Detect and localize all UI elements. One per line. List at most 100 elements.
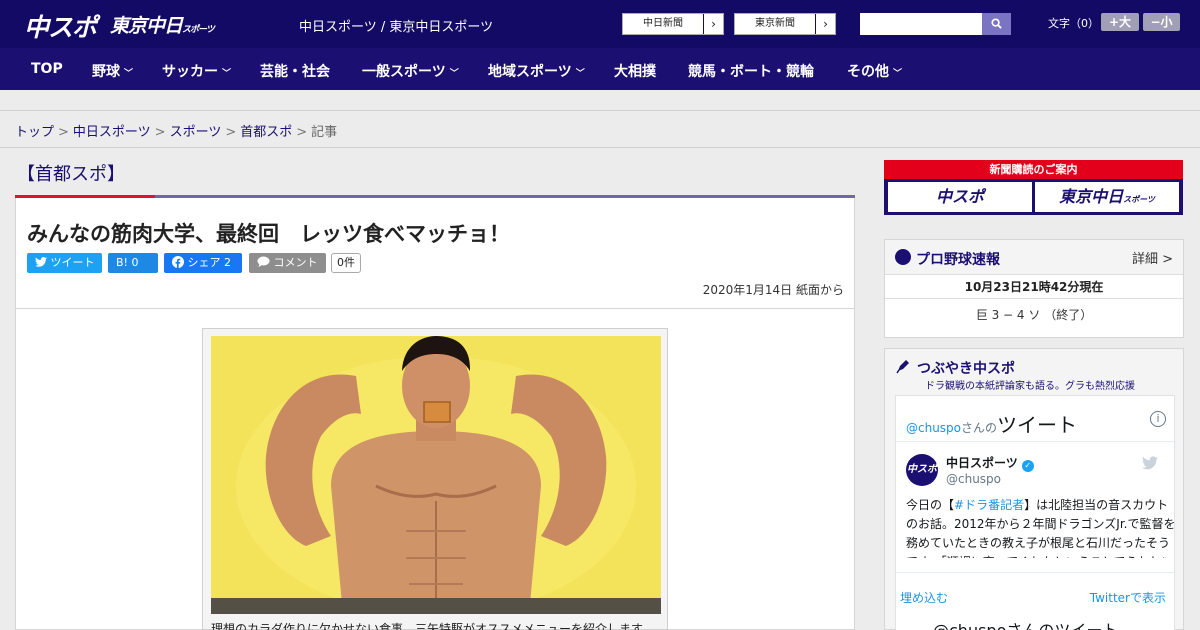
- tokyo-subscribe-small: スポーツ: [1123, 195, 1155, 204]
- top-header: 中スポ 東京中日スポーツ 中日スポーツ / 東京中日スポーツ 中日新聞 › 東京…: [0, 0, 1200, 48]
- nav-item-sumo[interactable]: 大相撲: [614, 61, 656, 81]
- tokyo-chunichi-logo[interactable]: 東京中日スポーツ: [110, 11, 215, 38]
- breadcrumb-sep: >: [154, 125, 166, 140]
- nav-item-soccer[interactable]: サッカー ﹀: [162, 61, 231, 81]
- nav-label: 芸能・社会: [260, 64, 330, 80]
- chuspo-logo[interactable]: 中スポ: [24, 8, 97, 44]
- article-photo[interactable]: [211, 336, 661, 614]
- tweet-author-id[interactable]: @chuspo: [946, 472, 1001, 486]
- search-icon: [991, 18, 1002, 29]
- tokyo-logo-small: スポーツ: [182, 25, 215, 35]
- tokyo-subscribe-text: 東京中日: [1059, 187, 1124, 206]
- chevron-down-icon: ﹀: [449, 69, 459, 79]
- chunichi-shimbun-link[interactable]: 中日新聞 ›: [622, 13, 724, 35]
- breadcrumb-sep: >: [296, 125, 308, 140]
- tweet-author-name[interactable]: 中日スポーツ ✓: [946, 454, 1034, 472]
- baseball-score[interactable]: 巨 3 − 4 ソ （終了）: [885, 306, 1183, 323]
- chevron-down-icon: ﹀: [124, 69, 134, 79]
- nav-label: 一般スポーツ: [362, 64, 446, 80]
- divider: [0, 110, 1200, 111]
- breadcrumb-chunichi[interactable]: 中日スポーツ: [73, 125, 151, 140]
- verified-badge-icon: ✓: [1021, 460, 1034, 472]
- pen-icon: [896, 360, 909, 374]
- breadcrumb-sep: >: [58, 125, 69, 140]
- photo-caption: 理想のカラダ作りに欠かせない食事。三矢特駆がオススメメニューを紹介します: [211, 622, 644, 630]
- chevron-right-icon: ›: [815, 14, 835, 34]
- tweets-panel: つぶやき中スポ ドラ観戦の本紙評論家も語る。グラも熱烈応援 @chuspoさんの…: [884, 348, 1184, 630]
- chevron-down-icon: ﹀: [893, 69, 903, 79]
- comment-button[interactable]: コメント: [249, 253, 326, 273]
- nav-item-general-sports[interactable]: 一般スポーツ ﹀: [362, 61, 459, 81]
- breadcrumb-current: 記事: [311, 125, 338, 140]
- article: みんなの筋肉大学、最終回 レッツ食べマッチョ！ ツイート B! 0 シェア 2 …: [15, 198, 855, 630]
- baseball-panel-header: プロ野球速報 詳細 >: [885, 240, 1183, 275]
- nav-item-other[interactable]: その他 ﹀: [847, 61, 902, 81]
- hatena-bookmark-button[interactable]: B! 0: [108, 253, 158, 273]
- author-name-text: 中日スポーツ: [946, 456, 1018, 470]
- comment-bubble-icon: [257, 256, 270, 267]
- chevron-right-icon: ›: [703, 14, 723, 34]
- tweet-text: 今日の【#ドラ番記者】は北陸担当の音スカウトのお話。2012年から２年間ドラゴン…: [906, 496, 1180, 558]
- breadcrumb-sports[interactable]: スポーツ: [170, 125, 222, 140]
- tweet-label: ツイート: [50, 256, 95, 269]
- nav-label: 大相撲: [614, 64, 656, 80]
- breadcrumb-top[interactable]: トップ: [15, 125, 54, 140]
- breadcrumb: トップ > 中日スポーツ > スポーツ > 首都スポ > 記事: [15, 121, 337, 140]
- tokyo-logo-text: 東京中日: [110, 15, 183, 37]
- facebook-share-label: シェア 2: [187, 256, 232, 269]
- nav-item-racing[interactable]: 競馬・ボート・競輪: [688, 61, 814, 81]
- chevron-down-icon: ﹀: [575, 69, 585, 79]
- twitter-bottom-link[interactable]: @chuspoさんのツイート: [933, 617, 1118, 630]
- baseball-update-time: 10月23日21時42分現在: [885, 275, 1183, 299]
- search-button[interactable]: [982, 13, 1011, 35]
- twitter-bird-icon[interactable]: [1142, 456, 1158, 470]
- avatar[interactable]: 中スポ: [906, 454, 938, 486]
- nav-label: 野球: [92, 64, 120, 80]
- baseball-panel-title: プロ野球速報: [916, 252, 1000, 268]
- font-bigger-button[interactable]: +大: [1101, 13, 1139, 31]
- site-names[interactable]: 中日スポーツ / 東京中日スポーツ: [299, 16, 493, 35]
- tweets-panel-title: つぶやき中スポ: [917, 361, 1015, 377]
- paper-label: 東京新聞: [755, 18, 795, 29]
- comment-label: コメント: [273, 256, 318, 269]
- font-size-label: 文字（0）: [1048, 17, 1099, 30]
- section-title: 【首都スポ】: [17, 164, 125, 185]
- baseball-details-link[interactable]: 詳細 >: [1132, 248, 1173, 267]
- nav-item-baseball[interactable]: 野球 ﹀: [92, 61, 133, 81]
- chuspo-subscribe-logo[interactable]: 中スポ: [888, 182, 1032, 212]
- divider: [0, 147, 1200, 148]
- article-headline: みんなの筋肉大学、最終回 レッツ食べマッチョ！: [27, 222, 510, 246]
- baseball-scores-panel: プロ野球速報 詳細 > 10月23日21時42分現在 巨 3 − 4 ソ （終了…: [884, 239, 1184, 338]
- nav-label: 競馬・ボート・競輪: [688, 64, 814, 80]
- embed-link[interactable]: 埋め込む: [900, 589, 948, 606]
- paper-label: 中日新聞: [643, 18, 683, 29]
- facebook-share-button[interactable]: シェア 2: [164, 253, 242, 273]
- nav-label: 地域スポーツ: [488, 64, 572, 80]
- tokyo-shimbun-link[interactable]: 東京新聞 ›: [734, 13, 836, 35]
- baseball-icon: [895, 249, 911, 265]
- breadcrumb-shuto[interactable]: 首都スポ: [240, 125, 292, 140]
- nav-item-entertainment[interactable]: 芸能・社会: [260, 61, 330, 81]
- tweet-button[interactable]: ツイート: [27, 253, 102, 273]
- breadcrumb-sep: >: [225, 125, 237, 140]
- nav-label: その他: [847, 64, 889, 80]
- article-date: 2020年1月14日 紙面から: [702, 283, 844, 297]
- comment-count: 0件: [331, 253, 361, 273]
- subscription-banner[interactable]: 新聞購読のご案内 中スポ 東京中日スポーツ: [884, 160, 1183, 215]
- font-smaller-button[interactable]: −小: [1143, 13, 1180, 31]
- photo-frame: 理想のカラダ作りに欠かせない食事。三矢特駆がオススメメニューを紹介します: [202, 328, 668, 630]
- twitter-bird-icon: [35, 257, 47, 267]
- nav-item-local-sports[interactable]: 地域スポーツ ﹀: [488, 61, 585, 81]
- tweets-panel-subtitle: ドラ観戦の本紙評論家も語る。グラも熱烈応援: [925, 381, 1135, 392]
- subscription-title: 新聞購読のご案内: [884, 160, 1183, 179]
- facebook-icon: [172, 256, 184, 268]
- nav-label: サッカー: [162, 64, 218, 80]
- view-on-twitter-link[interactable]: Twitterで表示: [1090, 589, 1166, 606]
- tweet-hashtag[interactable]: #ドラ番記者: [954, 498, 1024, 512]
- tokyo-subscribe-logo[interactable]: 東京中日スポーツ: [1035, 182, 1179, 212]
- nav-item-top[interactable]: TOP: [31, 61, 63, 77]
- divider: [16, 308, 854, 309]
- twitter-embed: @chuspoさんのツイート i 中スポ 中日スポーツ ✓ @chuspo 今日の…: [895, 395, 1176, 630]
- search-input[interactable]: [860, 13, 982, 35]
- main-nav: TOP 野球 ﹀ サッカー ﹀ 芸能・社会 一般スポーツ ﹀ 地域スポーツ ﹀ 大相撲 …: [0, 48, 1200, 90]
